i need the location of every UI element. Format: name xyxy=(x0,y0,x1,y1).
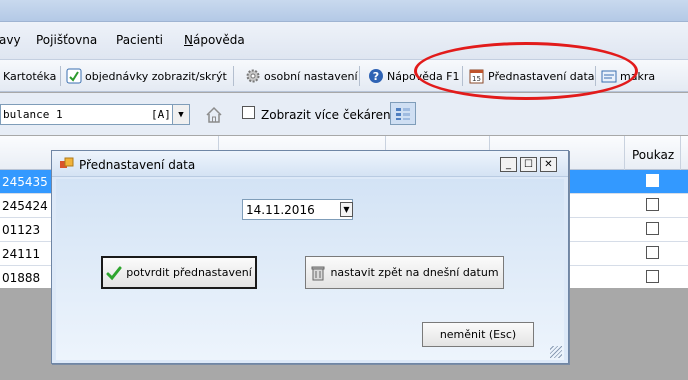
date-preset-dialog: Přednastavení data _ ☐ ✕ 14.11.2016 ▼ po… xyxy=(51,150,569,364)
toolbar-separator xyxy=(233,66,234,86)
toolbar-separator xyxy=(60,66,61,86)
column-separator xyxy=(680,136,681,170)
cancel-button[interactable]: neměnit (Esc) xyxy=(422,322,534,347)
poukaz-checkbox[interactable] xyxy=(646,174,659,187)
dialog-title: Přednastavení data xyxy=(79,158,196,172)
reset-to-today-label: nastavit zpět na dnešní datum xyxy=(330,266,499,279)
menu-item-pacienti[interactable]: Pacienti xyxy=(116,33,163,47)
ambulance-value: bulance 1 xyxy=(3,108,63,121)
objednavky-label: objednávky zobrazit/skrýt xyxy=(85,69,227,83)
appointments-icon xyxy=(66,68,82,84)
row-id: 245424 xyxy=(2,199,48,213)
date-picker[interactable]: 14.11.2016 ▼ xyxy=(242,199,353,220)
ambulance-code: [A] xyxy=(151,108,171,121)
resize-grip[interactable] xyxy=(550,346,562,358)
row-id: 245435 xyxy=(2,175,48,189)
objednavky-button[interactable]: objednávky zobrazit/skrýt xyxy=(66,67,227,85)
chevron-down-icon[interactable]: ▼ xyxy=(172,105,189,124)
help-icon: ? xyxy=(368,68,384,84)
row-id: 01888 xyxy=(2,271,41,285)
osobni-nastaveni-button[interactable]: osobní nastavení xyxy=(245,67,358,85)
menu-item-napoveda[interactable]: Nápověda xyxy=(184,33,245,47)
more-waiting-rooms-label: Zobrazit více čekáren: xyxy=(261,108,395,122)
minimize-icon[interactable]: _ xyxy=(500,157,517,172)
trash-icon xyxy=(310,265,326,281)
red-annotation-ellipse xyxy=(414,42,638,100)
confirm-preset-button[interactable]: potvrdit přednastavení xyxy=(101,256,257,289)
grid-icon xyxy=(396,107,410,120)
dialog-app-icon xyxy=(60,157,74,174)
gear-icon xyxy=(245,68,261,84)
dialog-title-bar[interactable]: Přednastavení data _ ☐ ✕ xyxy=(52,151,568,177)
show-more-waiting-rooms-checkbox[interactable] xyxy=(242,106,255,119)
row-id: 01123 xyxy=(2,223,41,237)
filter-bar: bulance 1 [A] ▼ Zobrazit více čekáren: xyxy=(0,93,688,135)
svg-text:?: ? xyxy=(373,70,379,83)
poukaz-column-header[interactable]: Poukaz xyxy=(632,148,674,162)
menu-item-pojistovna[interactable]: Pojišťovna xyxy=(36,33,97,47)
cancel-label: neměnit (Esc) xyxy=(439,328,517,341)
toolbar-separator xyxy=(359,66,360,86)
ambulance-select[interactable]: bulance 1 [A] ▼ xyxy=(0,104,190,125)
reset-to-today-button[interactable]: nastavit zpět na dnešní datum xyxy=(305,256,504,289)
row-id: 24111 xyxy=(2,247,41,261)
home-icon[interactable] xyxy=(205,106,223,127)
column-separator xyxy=(624,136,625,170)
poukaz-checkbox[interactable] xyxy=(646,270,659,283)
poukaz-checkbox[interactable] xyxy=(646,198,659,211)
kartoteka-button[interactable]: Kartotéka xyxy=(3,67,56,85)
kartoteka-label: Kartotéka xyxy=(3,69,57,83)
dialog-body: 14.11.2016 ▼ potvrdit přednastavení nast… xyxy=(56,179,564,360)
poukaz-checkbox[interactable] xyxy=(646,246,659,259)
confirm-preset-label: potvrdit přednastavení xyxy=(126,266,252,279)
app-title-bar xyxy=(0,0,688,22)
chevron-down-icon[interactable]: ▼ xyxy=(340,202,353,217)
waiting-rooms-button[interactable] xyxy=(390,102,416,125)
osobni-nastaveni-label: osobní nastavení xyxy=(264,69,358,83)
poukaz-checkbox[interactable] xyxy=(646,222,659,235)
maximize-icon[interactable]: ☐ xyxy=(520,157,537,172)
checkmark-icon xyxy=(106,265,122,281)
close-icon[interactable]: ✕ xyxy=(540,157,557,172)
date-value: 14.11.2016 xyxy=(246,203,315,217)
menu-item-sestavy[interactable]: avy xyxy=(0,33,21,47)
